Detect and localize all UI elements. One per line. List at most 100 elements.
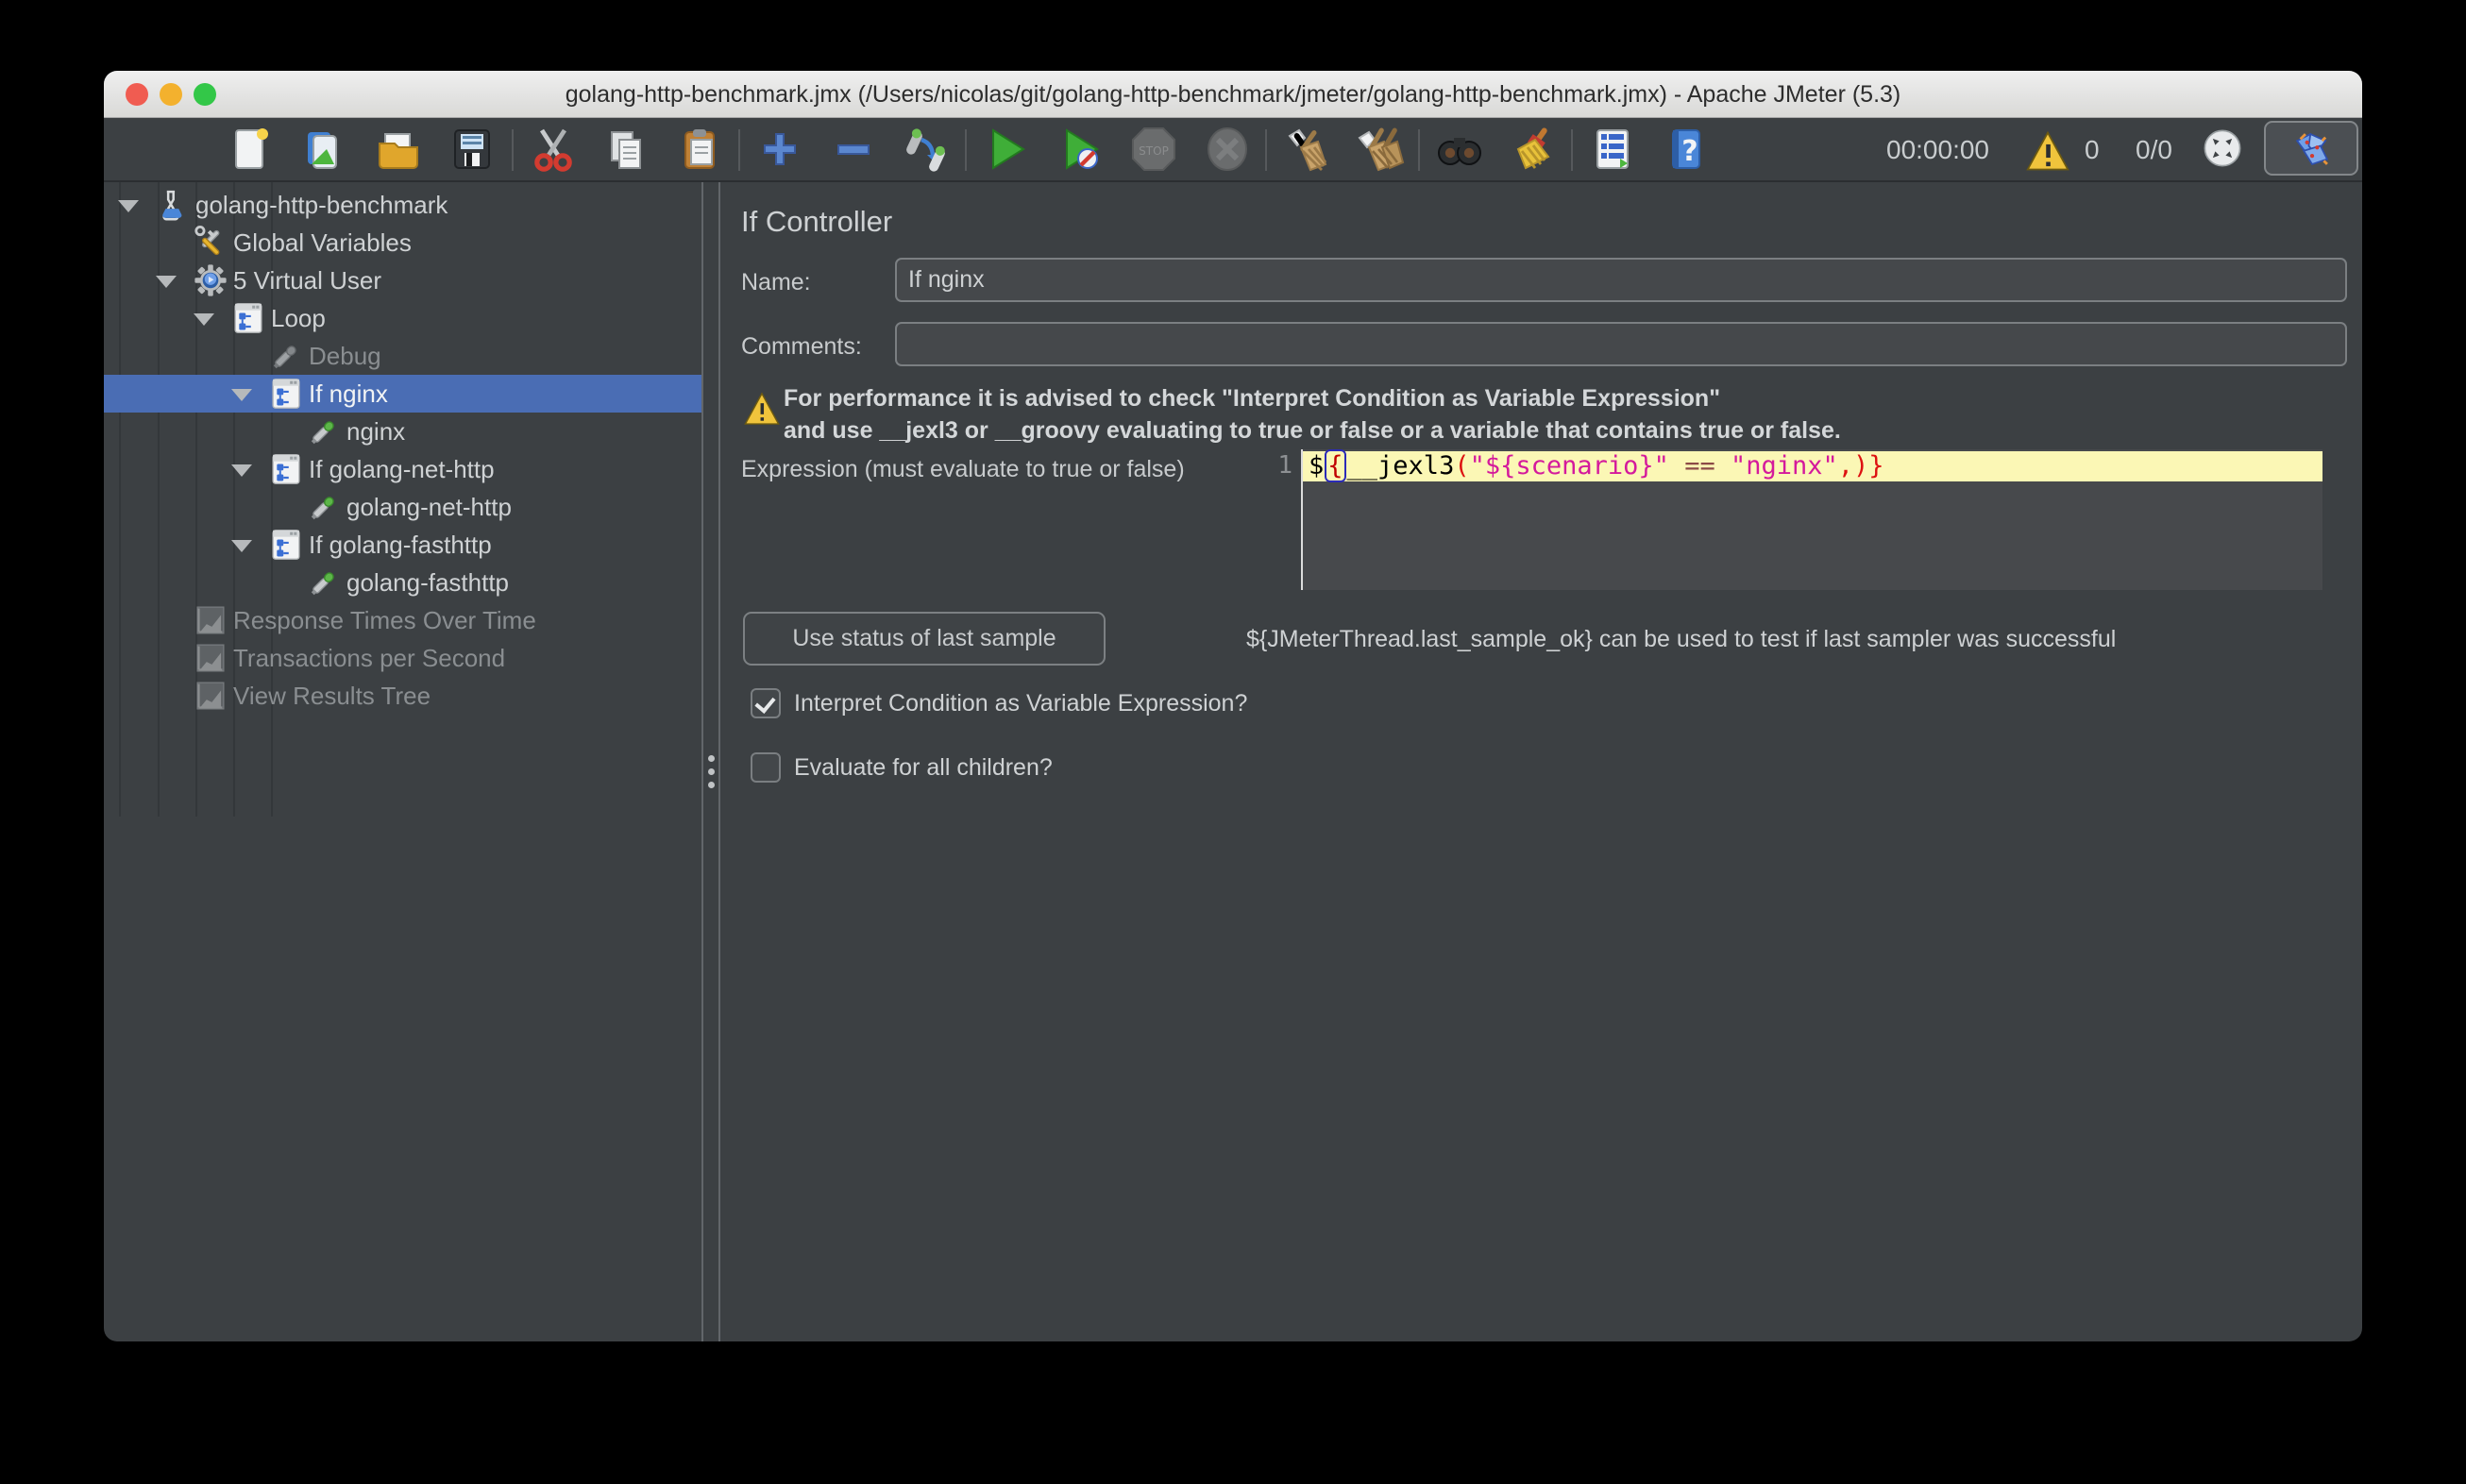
chevron-down-icon[interactable]: [118, 200, 139, 212]
svg-text:?: ?: [1681, 135, 1697, 168]
clear-icon[interactable]: [1282, 125, 1331, 174]
name-label: Name:: [741, 269, 811, 296]
warning-icon[interactable]: [2026, 129, 2069, 173]
tree-item-if-golang-fasthttp[interactable]: If golang-fasthttp: [104, 526, 701, 564]
chevron-down-icon[interactable]: [156, 276, 177, 288]
splitter[interactable]: [701, 182, 720, 1341]
function-helper-icon[interactable]: [1588, 125, 1637, 174]
chevron-down-icon[interactable]: [194, 313, 214, 326]
code-token: )}: [1853, 451, 1884, 481]
expression-code-line[interactable]: ${__jexl3("${scenario}" == "nginx",)}: [1303, 451, 2322, 481]
checkbox-evaluate-for-all-children[interactable]: [751, 752, 781, 783]
templates-icon[interactable]: [300, 125, 349, 174]
checkbox-interpret-condition-as-variable-expression[interactable]: [751, 688, 781, 718]
controller-icon: [231, 301, 265, 335]
save-icon[interactable]: [448, 125, 497, 174]
stop-icon[interactable]: STOP: [1129, 125, 1178, 174]
checkbox-label: Evaluate for all children?: [794, 754, 1053, 782]
thread-counts: 0/0: [2136, 135, 2172, 165]
chevron-down-icon[interactable]: [231, 389, 252, 401]
expression-editor[interactable]: 1 ${__jexl3("${scenario}" == "nginx",)}: [1260, 449, 2362, 590]
code-token: __jexl3: [1347, 451, 1455, 481]
performance-warning-icon: [744, 392, 780, 430]
search-icon[interactable]: [1435, 125, 1484, 174]
start-no-pauses-icon[interactable]: [1056, 125, 1105, 174]
page-title: If Controller: [741, 205, 892, 239]
svg-text:STOP: STOP: [1139, 144, 1169, 158]
shutdown-icon[interactable]: [1203, 125, 1252, 174]
tree-item-debug[interactable]: Debug: [104, 337, 701, 375]
new-file-icon[interactable]: [227, 125, 276, 174]
start-icon[interactable]: [982, 125, 1031, 174]
splitter-grip-dot: [708, 755, 715, 762]
chart-icon: [194, 641, 228, 675]
plugins-button[interactable]: [2264, 121, 2358, 176]
wrench-icon: [194, 226, 228, 260]
tree-item-golang-net-http[interactable]: golang-net-http: [104, 488, 701, 526]
tree-item-label: If golang-net-http: [309, 455, 495, 484]
tree-item-label: 5 Virtual User: [233, 266, 381, 295]
tree-item-label: Response Times Over Time: [233, 606, 536, 635]
expand-all-icon[interactable]: [755, 125, 804, 174]
code-token: ,: [1838, 451, 1853, 481]
expression-label: Expression (must evaluate to true or fal…: [741, 456, 1185, 483]
chart-icon: [194, 603, 228, 637]
code-token: {: [1325, 449, 1345, 482]
line-number: 1: [1260, 451, 1292, 480]
toolbar-separator: [1265, 129, 1267, 171]
chart-icon: [194, 679, 228, 713]
tree-item-label: If nginx: [309, 379, 388, 409]
code-token: "${scenario}": [1470, 451, 1669, 481]
open-file-icon[interactable]: [374, 125, 423, 174]
toolbar-separator: [512, 129, 514, 171]
tree-item-label: golang-net-http: [346, 493, 512, 522]
tree-item-label: Global Variables: [233, 228, 412, 258]
tree-item-if-nginx[interactable]: If nginx: [104, 375, 701, 413]
search-reset-icon[interactable]: [1509, 125, 1558, 174]
code-token: $: [1309, 451, 1324, 481]
clear-all-icon[interactable]: [1356, 125, 1405, 174]
tree-item-view-results-tree[interactable]: View Results Tree: [104, 677, 701, 715]
flask-icon: [156, 188, 190, 222]
remote-circle-icon[interactable]: [2202, 127, 2243, 169]
checkbox-label: Interpret Condition as Variable Expressi…: [794, 690, 1247, 717]
tree-item-golang-fasthttp[interactable]: golang-fasthttp: [104, 564, 701, 601]
paste-icon[interactable]: [676, 125, 725, 174]
code-token: [1715, 451, 1731, 481]
toolbar-separator: [1571, 129, 1573, 171]
controller-icon: [269, 528, 303, 562]
toggle-icon[interactable]: [903, 125, 952, 174]
tree-item-transactions-per-second[interactable]: Transactions per Second: [104, 639, 701, 677]
tree-item-golang-http-benchmark[interactable]: golang-http-benchmark: [104, 186, 701, 224]
tree-item-global-variables[interactable]: Global Variables: [104, 224, 701, 261]
sampler-icon: [307, 414, 341, 448]
test-plan-tree: golang-http-benchmark Global Variables 5 V…: [104, 182, 701, 1341]
plugins-icon: [2289, 127, 2336, 171]
cut-icon[interactable]: [529, 125, 578, 174]
comments-input[interactable]: [895, 322, 2347, 366]
sampler-gray-icon: [269, 339, 303, 373]
tree-item-if-golang-net-http[interactable]: If golang-net-http: [104, 450, 701, 488]
tree-item-5-virtual-user[interactable]: 5 Virtual User: [104, 261, 701, 299]
performance-warning-text: For performance it is advised to check "…: [784, 382, 1841, 447]
gear-icon: [194, 263, 228, 297]
tree-item-response-times-over-time[interactable]: Response Times Over Time: [104, 601, 701, 639]
titlebar: golang-http-benchmark.jmx (/Users/nicola…: [104, 71, 2362, 118]
tree-item-loop[interactable]: Loop: [104, 299, 701, 337]
tree-item-label: Transactions per Second: [233, 644, 505, 673]
help-icon[interactable]: ?: [1662, 125, 1711, 174]
toolbar-separator: [1418, 129, 1420, 171]
toolbar: STOP ? 00:00:00 0 0/0: [104, 118, 2362, 182]
name-input[interactable]: [895, 258, 2347, 302]
collapse-all-icon[interactable]: [829, 125, 878, 174]
window-title: golang-http-benchmark.jmx (/Users/nicola…: [104, 71, 2362, 118]
last-sample-hint: ${JMeterThread.last_sample_ok} can be us…: [1246, 626, 2116, 653]
toolbar-separator: [738, 129, 740, 171]
tree-item-nginx[interactable]: nginx: [104, 413, 701, 450]
chevron-down-icon[interactable]: [231, 540, 252, 552]
copy-icon[interactable]: [602, 125, 651, 174]
tree-item-label: golang-fasthttp: [346, 568, 509, 598]
use-last-sample-button[interactable]: Use status of last sample: [743, 612, 1106, 666]
chevron-down-icon[interactable]: [231, 464, 252, 477]
if-controller-panel: If Controller Name: Comments: For perfor…: [720, 182, 2362, 1341]
